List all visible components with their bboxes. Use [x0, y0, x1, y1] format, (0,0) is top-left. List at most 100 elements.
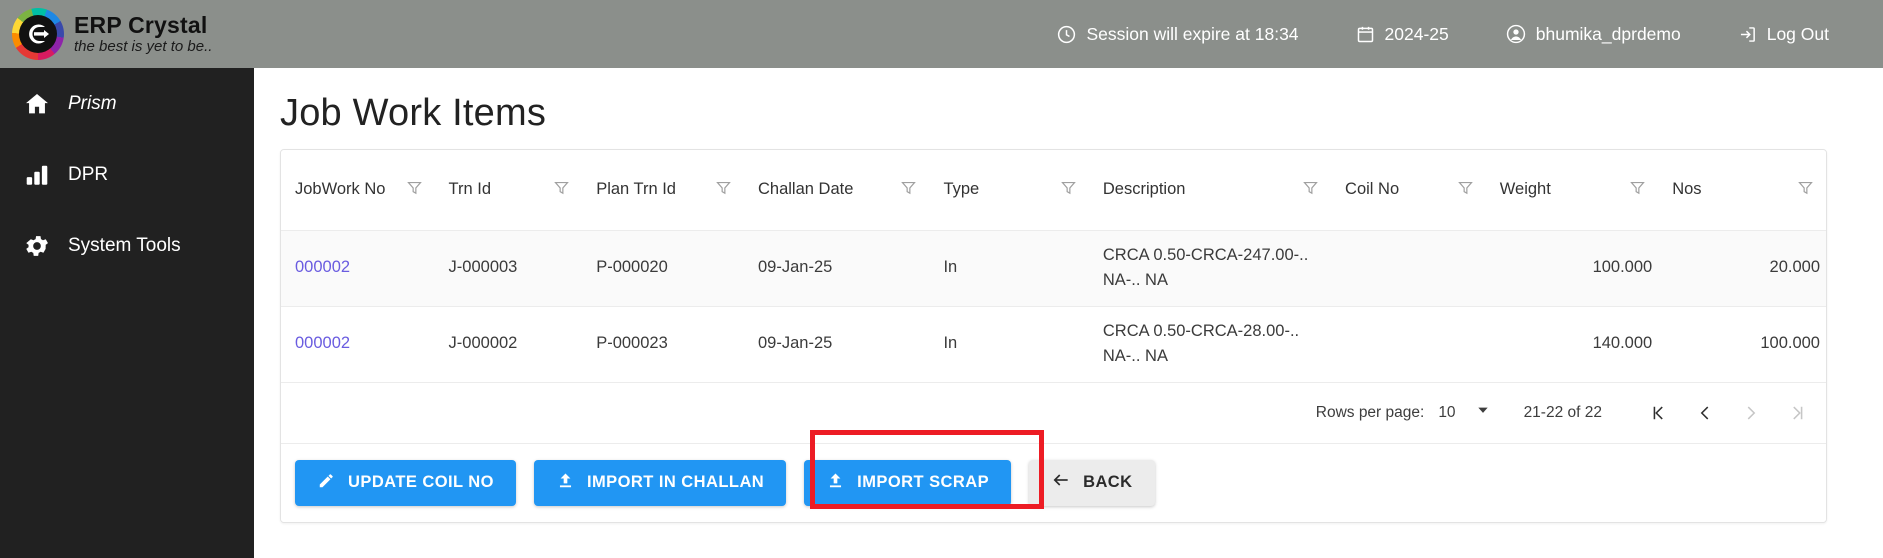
- filter-funnel-icon[interactable]: [553, 179, 576, 201]
- job-work-items-table: JobWork No Trn Id Plan Trn Id Challan Da…: [281, 150, 1826, 383]
- chevron-down-icon: [1476, 403, 1490, 422]
- sidebar-item-system-tools[interactable]: System Tools: [0, 210, 254, 281]
- cell-plan-trn-id: P-000023: [582, 306, 744, 383]
- cell-weight: 140.000: [1485, 306, 1659, 383]
- cell-plan-trn-id: P-000020: [582, 230, 744, 307]
- cell-trn-id: J-000002: [434, 306, 583, 383]
- column-header-challan-date: Challan Date: [744, 150, 930, 231]
- cell-nos: 20.000: [1658, 230, 1826, 307]
- table-head: JobWork No Trn Id Plan Trn Id Challan Da…: [281, 150, 1826, 231]
- cell-challan-date: 09-Jan-25: [744, 230, 930, 307]
- gear-icon: [22, 232, 52, 260]
- jobwork-no-link[interactable]: 000002: [295, 334, 350, 352]
- sidebar: Prism DPR System Tools: [0, 68, 254, 558]
- column-header-coil-no: Coil No: [1331, 150, 1486, 231]
- sidebar-item-label: System Tools: [68, 234, 181, 256]
- filter-funnel-icon[interactable]: [715, 179, 738, 201]
- page-title: Job Work Items: [280, 92, 547, 134]
- logout-button[interactable]: Log Out: [1709, 24, 1857, 45]
- session-expiry-text: Session will expire at 18:34: [1086, 23, 1299, 44]
- sidebar-item-label: Prism: [68, 92, 117, 114]
- column-header-weight: Weight: [1485, 150, 1659, 231]
- pagination-range-label: 21-22 of 22: [1523, 403, 1602, 421]
- cell-type: In: [929, 230, 1089, 307]
- button-label: IMPORT SCRAP: [857, 473, 990, 492]
- bar-chart-icon: [22, 162, 52, 188]
- next-page-button[interactable]: [1728, 390, 1774, 436]
- import-in-challan-button[interactable]: IMPORT IN CHALLAN: [533, 459, 787, 506]
- brand: ERP Crystal the best is yet to be..: [0, 8, 300, 60]
- cell-weight: 100.000: [1485, 230, 1659, 307]
- table-row[interactable]: 000002 J-000003 P-000020 09-Jan-25 In CR…: [281, 230, 1826, 307]
- column-label: Coil No: [1345, 179, 1400, 198]
- cell-trn-id: J-000003: [434, 230, 583, 307]
- cell-jobwork-no: 000002: [281, 306, 435, 383]
- logout-icon: [1737, 24, 1758, 45]
- cell-description: CRCA 0.50-CRCA-28.00-.. NA-.. NA: [1088, 306, 1332, 383]
- filter-funnel-icon[interactable]: [1060, 179, 1083, 201]
- filter-funnel-icon[interactable]: [900, 179, 923, 201]
- column-label: Challan Date: [758, 179, 854, 198]
- button-label: IMPORT IN CHALLAN: [586, 473, 765, 492]
- filter-funnel-icon[interactable]: [1629, 179, 1652, 201]
- sidebar-item-prism[interactable]: Prism: [0, 68, 254, 139]
- filter-funnel-icon[interactable]: [406, 179, 429, 201]
- column-header-description: Description: [1088, 150, 1332, 231]
- cell-nos: 100.000: [1658, 306, 1826, 383]
- logo-glyph: [12, 8, 64, 60]
- column-header-nos: Nos: [1658, 150, 1826, 231]
- back-button[interactable]: BACK: [1029, 459, 1155, 506]
- table-paginator: Rows per page: 10 21-22 of 22: [281, 382, 1826, 443]
- calendar-icon: [1355, 24, 1376, 45]
- previous-page-button[interactable]: [1682, 390, 1728, 436]
- session-expiry: Session will expire at 18:34: [1028, 24, 1326, 45]
- rows-per-page-label: Rows per page:: [1315, 403, 1425, 421]
- logout-text: Log Out: [1766, 23, 1829, 44]
- app-root: ERP Crystal the best is yet to be.. Sess…: [0, 0, 1883, 558]
- column-label: Nos: [1672, 179, 1702, 198]
- column-label: Trn Id: [448, 179, 492, 198]
- filter-funnel-icon[interactable]: [1797, 179, 1820, 201]
- button-label: UPDATE COIL NO: [348, 473, 494, 492]
- import-scrap-button[interactable]: IMPORT SCRAP: [804, 459, 1012, 506]
- fiscal-year-text: 2024-25: [1384, 23, 1449, 44]
- user-account-text: bhumika_dprdemo: [1535, 23, 1681, 44]
- column-label: Plan Trn Id: [596, 179, 676, 198]
- job-work-items-card: JobWork No Trn Id Plan Trn Id Challan Da…: [280, 149, 1827, 523]
- app-header: ERP Crystal the best is yet to be.. Sess…: [0, 0, 1883, 68]
- fiscal-year-selector[interactable]: 2024-25: [1327, 24, 1477, 45]
- jobwork-no-link[interactable]: 000002: [295, 258, 350, 276]
- account-circle-icon: [1505, 23, 1527, 45]
- pencil-icon: [317, 471, 336, 495]
- cell-type: In: [929, 306, 1089, 383]
- cell-challan-date: 09-Jan-25: [744, 306, 930, 383]
- header-actions: Session will expire at 18:34 2024-25 bhu…: [1028, 23, 1883, 45]
- column-header-trn-id: Trn Id: [434, 150, 583, 231]
- erp-crystal-logo: [12, 8, 64, 60]
- cell-coil-no: [1331, 306, 1486, 383]
- arrow-left-icon: [1051, 470, 1071, 495]
- cell-coil-no: [1331, 230, 1486, 307]
- rows-per-page-select[interactable]: 10: [1438, 403, 1489, 422]
- column-header-type: Type: [929, 150, 1089, 231]
- filter-funnel-icon[interactable]: [1302, 179, 1325, 201]
- first-page-button[interactable]: [1636, 390, 1682, 436]
- last-page-button[interactable]: [1774, 390, 1820, 436]
- upload-icon: [826, 471, 845, 495]
- brand-text: ERP Crystal the best is yet to be..: [74, 13, 212, 55]
- column-header-plan-trn-id: Plan Trn Id: [582, 150, 744, 231]
- table-header-row: JobWork No Trn Id Plan Trn Id Challan Da…: [281, 150, 1826, 231]
- sidebar-item-dpr[interactable]: DPR: [0, 139, 254, 210]
- table-row[interactable]: 000002 J-000002 P-000023 09-Jan-25 In CR…: [281, 306, 1826, 383]
- cell-description: CRCA 0.50-CRCA-247.00-.. NA-.. NA: [1088, 230, 1332, 307]
- filter-funnel-icon[interactable]: [1457, 179, 1480, 201]
- column-label: Type: [943, 179, 980, 198]
- action-bar: UPDATE COIL NO IMPORT IN CHALLAN IMPORT …: [281, 442, 1826, 522]
- column-label: Weight: [1499, 179, 1551, 198]
- brand-title: ERP Crystal: [74, 12, 208, 39]
- column-label: JobWork No: [295, 179, 386, 198]
- button-label: BACK: [1083, 473, 1133, 492]
- update-coil-no-button[interactable]: UPDATE COIL NO: [295, 459, 516, 506]
- rows-per-page-value: 10: [1438, 403, 1456, 421]
- user-account[interactable]: bhumika_dprdemo: [1477, 23, 1709, 45]
